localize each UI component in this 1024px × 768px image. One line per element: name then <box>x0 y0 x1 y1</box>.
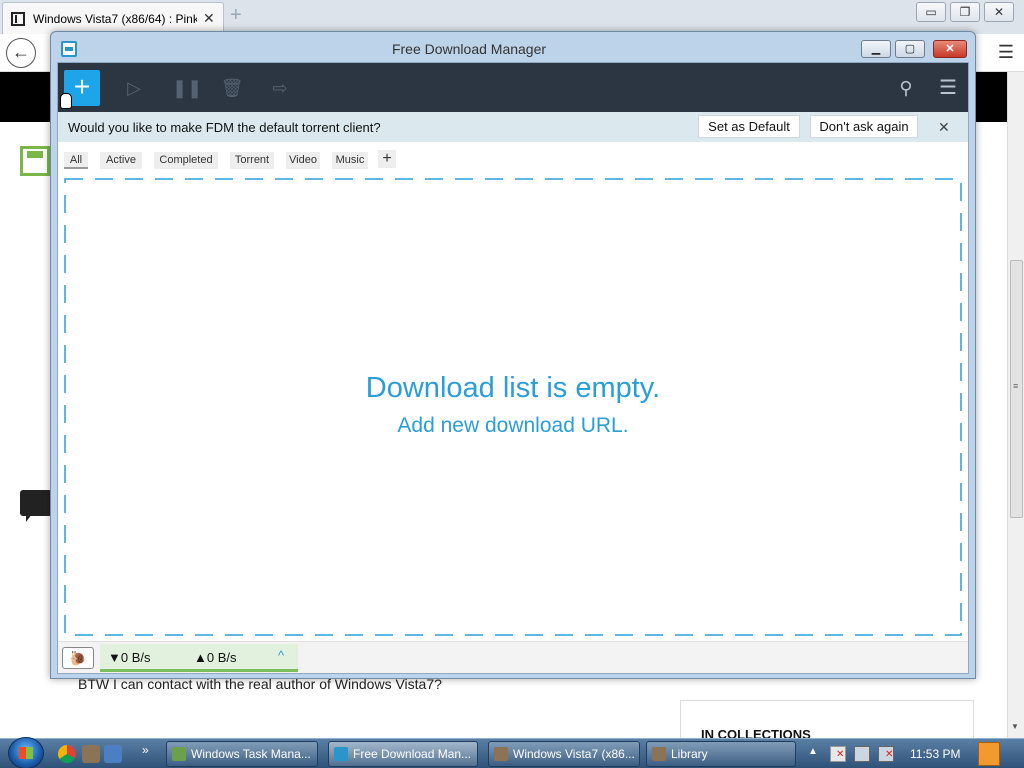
quick-launch-more-icon[interactable]: » <box>142 743 149 757</box>
hand-cursor-icon <box>60 93 72 109</box>
clock[interactable]: 11:53 PM <box>910 747 960 761</box>
fdm-window-title: Free Download Manager <box>391 41 547 57</box>
desktop-icon[interactable] <box>104 745 122 763</box>
browser-taskbar-icon <box>494 747 508 761</box>
task-manager-icon <box>172 747 186 761</box>
speed-indicator[interactable]: ▼0 B/s ▲0 B/s ^ <box>100 644 298 672</box>
add-url-link[interactable]: Add new download URL. <box>64 414 962 438</box>
filter-tab-video[interactable]: Video <box>286 152 320 169</box>
download-speed: ▼0 B/s <box>108 650 151 665</box>
scrollbar-thumb[interactable]: ≡ <box>1010 260 1023 518</box>
filter-tab-music[interactable]: Music <box>332 152 368 169</box>
empty-list-title: Download list is empty. <box>365 372 661 404</box>
upload-speed: ▲0 B/s <box>194 650 237 665</box>
browser-tab-bar: Windows Vista7 (x86/64) : Pinky ✕ + ▭ ❐ … <box>0 0 1024 34</box>
notification-text: Would you like to make FDM the default t… <box>68 120 381 135</box>
fdm-maximize-button[interactable]: ▢ <box>895 40 925 58</box>
taskbar-button-library[interactable]: Library <box>646 741 796 767</box>
filter-tab-active[interactable]: Active <box>100 152 142 169</box>
taskbar-button-label: Free Download Man... <box>353 747 472 761</box>
library-taskbar-icon <box>652 747 666 761</box>
site-favicon-icon <box>11 12 25 26</box>
search-icon[interactable]: ⚲ <box>894 76 918 100</box>
hamburger-menu-icon[interactable]: ☰ <box>936 76 960 100</box>
set-as-default-button[interactable]: Set as Default <box>698 115 800 138</box>
taskbar-button-fdm[interactable]: Free Download Man... <box>328 741 478 767</box>
download-drop-zone[interactable]: Download list is empty. Add new download… <box>64 178 962 636</box>
volume-muted-icon[interactable] <box>878 746 894 762</box>
fdm-titlebar[interactable]: Free Download Manager ▁ ▢ ✕ <box>51 32 975 62</box>
fdm-window: Free Download Manager ▁ ▢ ✕ + ▷ ❚❚ 🗑 ⇨ ⚲… <box>50 31 976 679</box>
fdm-minimize-button[interactable]: ▁ <box>861 40 891 58</box>
taskbar: » Windows Task Mana... Free Download Man… <box>0 737 1024 768</box>
tab-close-icon[interactable]: ✕ <box>203 10 215 27</box>
taskbar-button-label: Windows Vista7 (x86... <box>513 747 635 761</box>
taskbar-button-label: Library <box>671 747 708 761</box>
drop-zone-border <box>64 178 962 636</box>
browser-close-button[interactable]: ✕ <box>984 2 1014 22</box>
fdm-client-area: + ▷ ❚❚ 🗑 ⇨ ⚲ ☰ Would you like to make FD… <box>57 62 969 674</box>
start-icon[interactable]: ▷ <box>122 76 146 100</box>
browser-restore-button[interactable]: ❐ <box>950 2 980 22</box>
chrome-icon[interactable] <box>58 745 76 763</box>
taskbar-button-browser[interactable]: Windows Vista7 (x86... <box>488 741 640 767</box>
comment-icon <box>20 490 52 522</box>
delete-icon[interactable]: 🗑 <box>220 76 244 100</box>
filter-tab-torrent[interactable]: Torrent <box>230 152 274 169</box>
fdm-close-button[interactable]: ✕ <box>933 40 967 58</box>
page-scrollbar[interactable]: ≡ ▼ <box>1007 72 1024 740</box>
filter-tabs: All Active Completed Torrent Video Music… <box>58 142 968 176</box>
browser-tab[interactable]: Windows Vista7 (x86/64) : Pinky ✕ <box>2 2 224 34</box>
network-icon[interactable] <box>854 746 870 762</box>
filter-tab-completed[interactable]: Completed <box>154 152 218 169</box>
expand-chevron-icon[interactable]: ^ <box>278 648 284 663</box>
browser-menu-icon[interactable]: ☰ <box>998 42 1014 63</box>
add-filter-button[interactable]: + <box>378 150 396 168</box>
back-button[interactable]: ← <box>6 38 36 68</box>
snail-mode-icon[interactable]: 🐌 <box>62 647 94 669</box>
browser-window-controls: ▭ ❐ ✕ <box>912 2 1024 24</box>
show-desktop-button[interactable] <box>978 742 1000 766</box>
filter-tab-all[interactable]: All <box>64 152 88 169</box>
save-icon <box>20 146 50 176</box>
scrollbar-grip-icon: ≡ <box>1013 381 1019 391</box>
taskbar-button-label: Windows Task Mana... <box>191 747 311 761</box>
move-folder-icon[interactable]: ⇨ <box>268 76 292 100</box>
start-button[interactable] <box>8 737 44 768</box>
pause-icon[interactable]: ❚❚ <box>172 76 202 100</box>
fdm-taskbar-icon <box>334 747 348 761</box>
scroll-down-arrow-icon[interactable]: ▼ <box>1011 722 1019 731</box>
fdm-statusbar: 🐌 ▼0 B/s ▲0 B/s ^ <box>58 641 968 673</box>
gimp-icon[interactable] <box>82 745 100 763</box>
show-hidden-icons-icon[interactable]: ▲ <box>808 746 818 757</box>
action-center-flag-icon[interactable] <box>830 746 846 762</box>
system-tray: ▲ 11:53 PM <box>800 739 1024 768</box>
taskbar-button-task-manager[interactable]: Windows Task Mana... <box>166 741 318 767</box>
default-client-notification: Would you like to make FDM the default t… <box>58 112 968 142</box>
dont-ask-again-button[interactable]: Don't ask again <box>810 115 918 138</box>
browser-tab-title: Windows Vista7 (x86/64) : Pinky <box>33 12 197 26</box>
new-tab-button[interactable]: + <box>230 4 242 27</box>
browser-minimize-button[interactable]: ▭ <box>916 2 946 22</box>
notification-close-icon[interactable]: ✕ <box>938 119 950 136</box>
fdm-toolbar: + ▷ ❚❚ 🗑 ⇨ ⚲ ☰ <box>58 63 968 112</box>
